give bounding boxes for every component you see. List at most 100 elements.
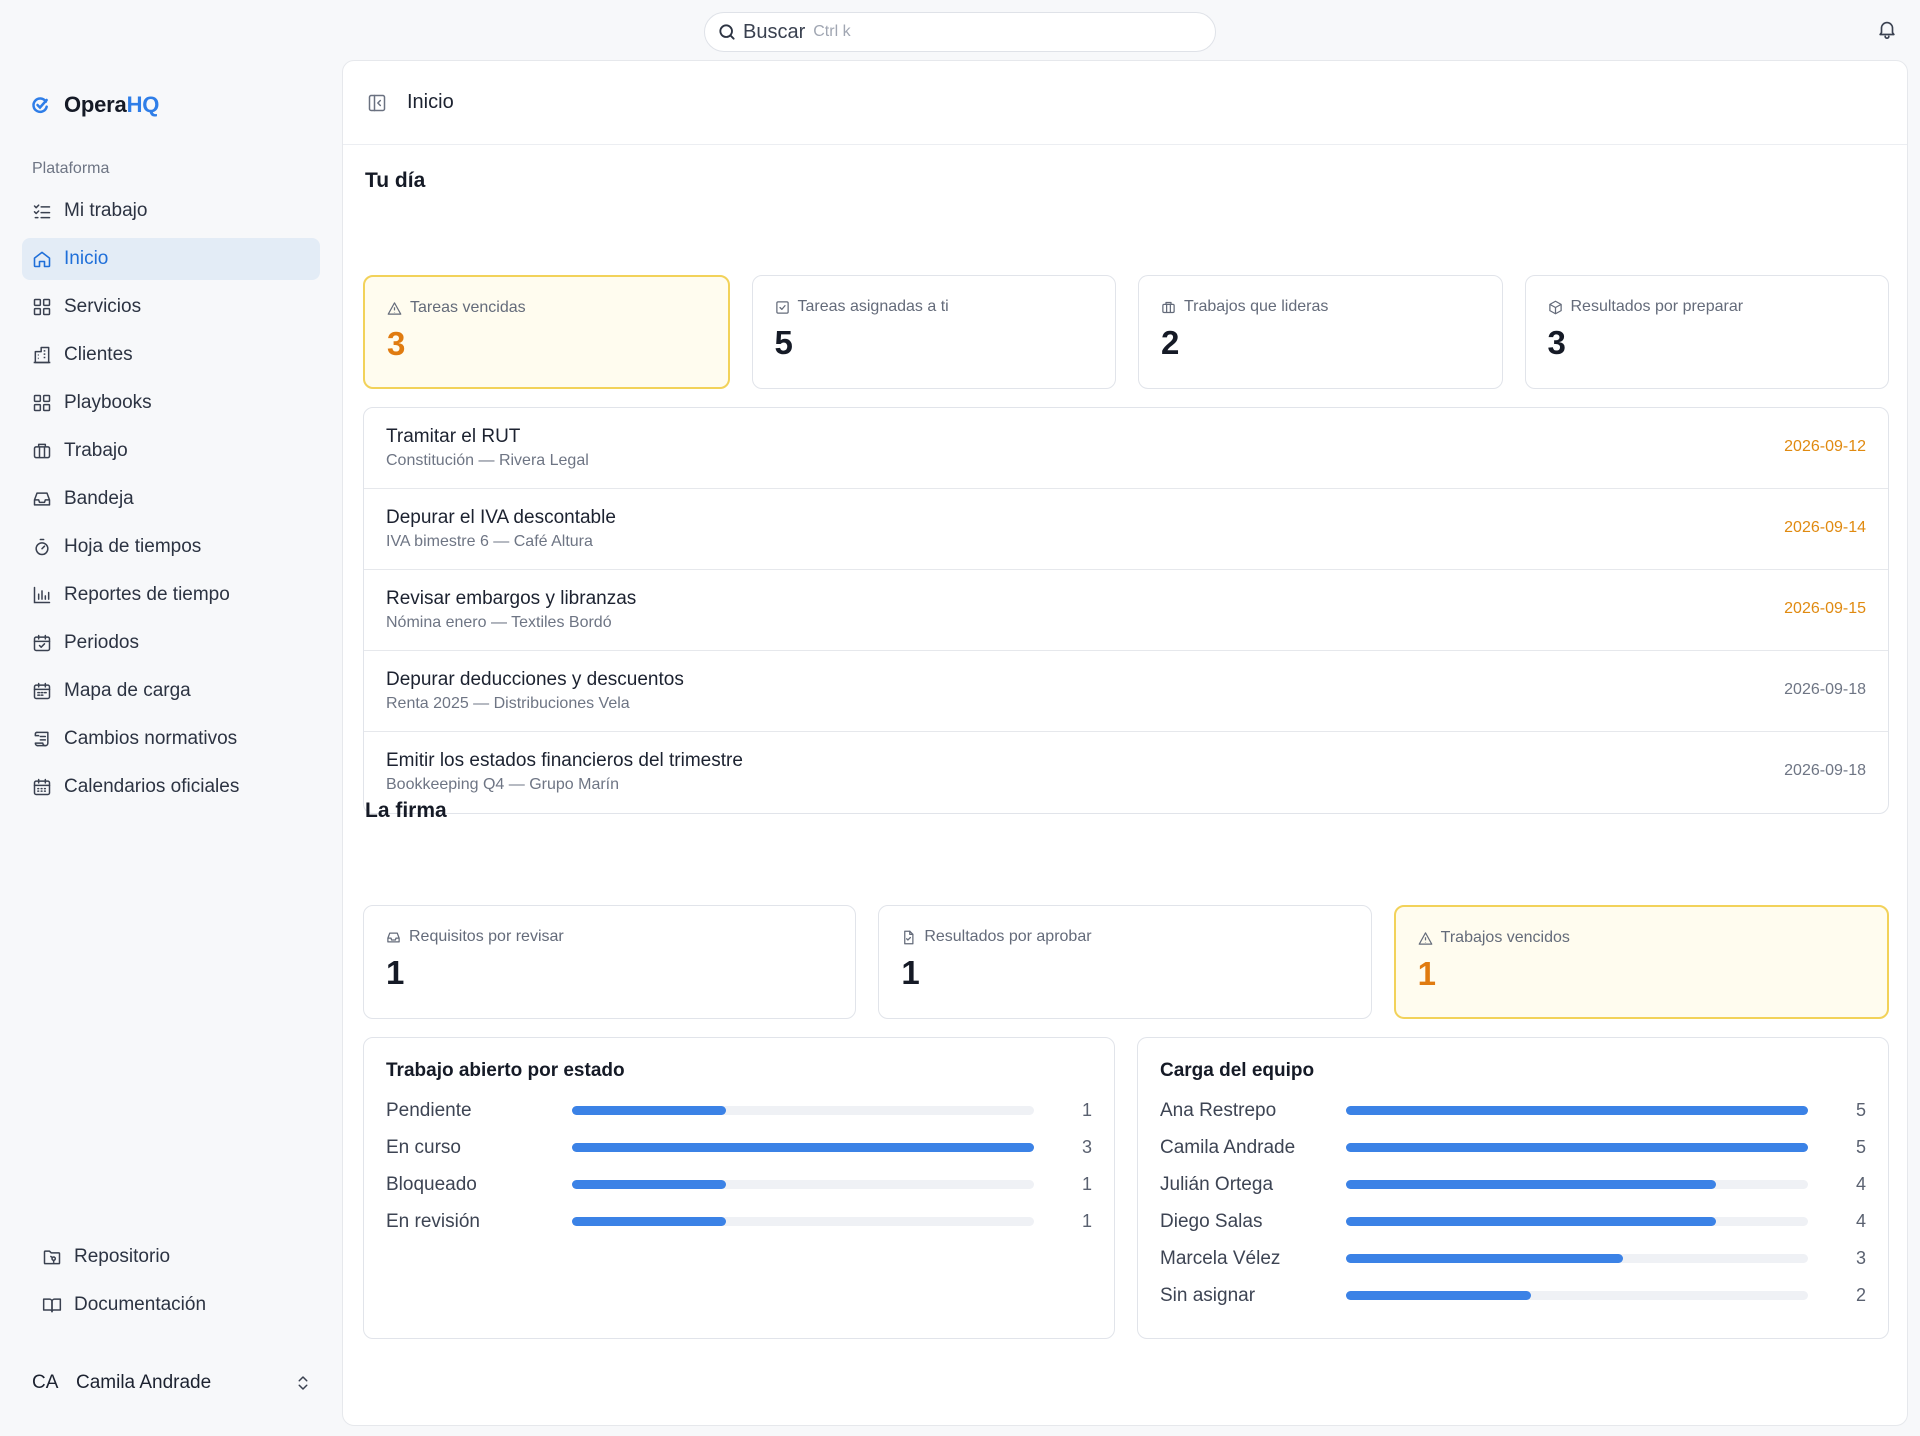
task-subtitle: Nómina enero — Textiles Bordó: [386, 614, 612, 631]
sidebar-item-periodos[interactable]: Periodos: [22, 622, 320, 664]
bell-icon[interactable]: [1876, 18, 1898, 40]
task-due-date: 2026-09-15: [1784, 600, 1866, 617]
panel-carga-del-equipo: Carga del equipo Ana Restrepo 5 Camila A…: [1137, 1037, 1889, 1339]
calendar-grid-icon: [32, 681, 52, 701]
sidebar-toggle-icon[interactable]: [367, 93, 387, 113]
search-input[interactable]: Buscar Ctrl k: [704, 12, 1216, 52]
sidebar-item-reportes-de-tiempo[interactable]: Reportes de tiempo: [22, 574, 320, 616]
task-row[interactable]: Depurar deducciones y descuentos Renta 2…: [364, 651, 1888, 732]
bar-fill: [1346, 1106, 1808, 1115]
brand-logo[interactable]: OperaHQ: [30, 92, 159, 118]
sidebar-item-label: Mi trabajo: [64, 200, 148, 221]
sidebar-item-inicio[interactable]: Inicio: [22, 238, 320, 280]
bar-fill: [1346, 1180, 1716, 1189]
task-row[interactable]: Emitir los estados financieros del trime…: [364, 732, 1888, 813]
user-menu[interactable]: CA Camila Andrade: [32, 1362, 312, 1404]
bar-row: Sin asignar 2: [1160, 1277, 1866, 1314]
stat-value: 3: [1547, 324, 1566, 361]
sidebar-item-clientes[interactable]: Clientes: [22, 334, 320, 376]
bar-value: 5: [1855, 1137, 1866, 1157]
timer-icon: [32, 537, 52, 557]
stat-label: Trabajos que lideras: [1184, 298, 1329, 315]
sidebar: OperaHQ Plataforma Mi trabajo Inicio Ser…: [0, 60, 340, 1436]
bar-row: Camila Andrade 5: [1160, 1129, 1866, 1166]
sidebar-footer-links: Repositorio Documentación: [32, 1236, 322, 1332]
task-due-date: 2026-09-18: [1784, 681, 1866, 698]
alert-triangle-icon: [1418, 931, 1433, 946]
bar-value: 2: [1855, 1285, 1866, 1305]
bar-track: [1346, 1106, 1808, 1115]
sidebar-item-hoja-de-tiempos[interactable]: Hoja de tiempos: [22, 526, 320, 568]
sidebar-item-bandeja[interactable]: Bandeja: [22, 478, 320, 520]
sidebar-item-calendarios-oficiales[interactable]: Calendarios oficiales: [22, 766, 320, 808]
task-list: Tramitar el RUT Constitución — Rivera Le…: [363, 407, 1889, 814]
sidebar-item-label: Hoja de tiempos: [64, 536, 202, 557]
grid-icon: [32, 393, 52, 413]
stat-card-resultados-por-preparar[interactable]: Resultados por preparar 3: [1524, 275, 1889, 389]
checkbox-icon: [775, 300, 790, 315]
bar-fill: [572, 1217, 726, 1226]
bar-chart-icon: [32, 585, 52, 605]
sidebar-item-label: Periodos: [64, 632, 139, 653]
section-title-tu-dia: Tu día: [365, 169, 426, 192]
task-row[interactable]: Depurar el IVA descontable IVA bimestre …: [364, 489, 1888, 570]
bar-fill: [1346, 1254, 1624, 1263]
stat-card-tareas-asignadas[interactable]: Tareas asignadas a ti 5: [751, 275, 1116, 389]
bar-value: 1: [1081, 1174, 1092, 1194]
avatar: CA: [32, 1372, 59, 1393]
bar-value: 3: [1855, 1248, 1866, 1268]
bar-label: Julián Ortega: [1160, 1173, 1274, 1195]
la-firma-stats: Requisitos por revisar 1 Resultados por …: [363, 905, 1889, 1019]
sidebar-item-label: Trabajo: [64, 440, 128, 461]
task-title: Depurar el IVA descontable: [386, 507, 616, 528]
sidebar-item-label: Bandeja: [64, 488, 134, 509]
sidebar-item-trabajo[interactable]: Trabajo: [22, 430, 320, 472]
bar-list: Ana Restrepo 5 Camila Andrade 5 Julián O…: [1160, 1092, 1866, 1314]
stat-label: Resultados por aprobar: [924, 928, 1092, 945]
bar-track: [1346, 1143, 1808, 1152]
bar-fill: [1346, 1291, 1531, 1300]
sidebar-item-servicios[interactable]: Servicios: [22, 286, 320, 328]
bar-value: 1: [1081, 1211, 1092, 1231]
task-row[interactable]: Tramitar el RUT Constitución — Rivera Le…: [364, 408, 1888, 489]
sidebar-item-label: Cambios normativos: [64, 728, 238, 749]
sidebar-item-label: Clientes: [64, 344, 133, 365]
bar-label: Marcela Vélez: [1160, 1247, 1281, 1269]
stat-value: 1: [901, 954, 920, 991]
top-bar: Buscar Ctrl k: [0, 0, 1920, 60]
search-icon: [717, 22, 737, 42]
sidebar-item-label: Servicios: [64, 296, 142, 317]
stat-card-resultados-por-aprobar[interactable]: Resultados por aprobar 1: [878, 905, 1372, 1019]
bar-fill: [572, 1143, 1034, 1152]
sidebar-nav: Mi trabajo Inicio Servicios Clientes Pla…: [22, 190, 320, 814]
stat-card-trabajos-vencidos[interactable]: Trabajos vencidos 1: [1393, 905, 1889, 1019]
sidebar-item-playbooks[interactable]: Playbooks: [22, 382, 320, 424]
sidebar-item-cambios-normativos[interactable]: Cambios normativos: [22, 718, 320, 760]
page-header: Inicio: [343, 61, 1907, 145]
bar-track: [1346, 1291, 1808, 1300]
bar-label: Pendiente: [386, 1099, 472, 1121]
stat-label: Tareas asignadas a ti: [797, 298, 949, 315]
scroll-icon: [32, 729, 52, 749]
sidebar-item-mi-trabajo[interactable]: Mi trabajo: [22, 190, 320, 232]
stat-card-requisitos-por-revisar[interactable]: Requisitos por revisar 1: [363, 905, 857, 1019]
sidebar-item-mapa-de-carga[interactable]: Mapa de carga: [22, 670, 320, 712]
sidebar-item-repositorio[interactable]: Repositorio: [32, 1236, 322, 1278]
alert-triangle-icon: [387, 301, 402, 316]
sidebar-item-documentacion[interactable]: Documentación: [32, 1284, 322, 1326]
stat-card-tareas-vencidas[interactable]: Tareas vencidas 3: [363, 275, 730, 389]
briefcase-icon: [1161, 300, 1176, 315]
bar-label: Ana Restrepo: [1160, 1099, 1277, 1121]
bar-fill: [572, 1106, 726, 1115]
task-title: Emitir los estados financieros del trime…: [386, 750, 743, 771]
task-row[interactable]: Revisar embargos y libranzas Nómina ener…: [364, 570, 1888, 651]
search-shortcut: Ctrl k: [813, 23, 851, 40]
file-check-icon: [901, 930, 916, 945]
briefcase-icon: [32, 441, 52, 461]
chevron-up-down-icon: [294, 1374, 312, 1392]
stat-card-trabajos-que-lideras[interactable]: Trabajos que lideras 2: [1138, 275, 1503, 389]
brand-name: OperaHQ: [64, 92, 160, 117]
panel-title: Carga del equipo: [1160, 1060, 1315, 1081]
bar-value: 1: [1081, 1100, 1092, 1120]
bar-label: Diego Salas: [1160, 1210, 1263, 1232]
